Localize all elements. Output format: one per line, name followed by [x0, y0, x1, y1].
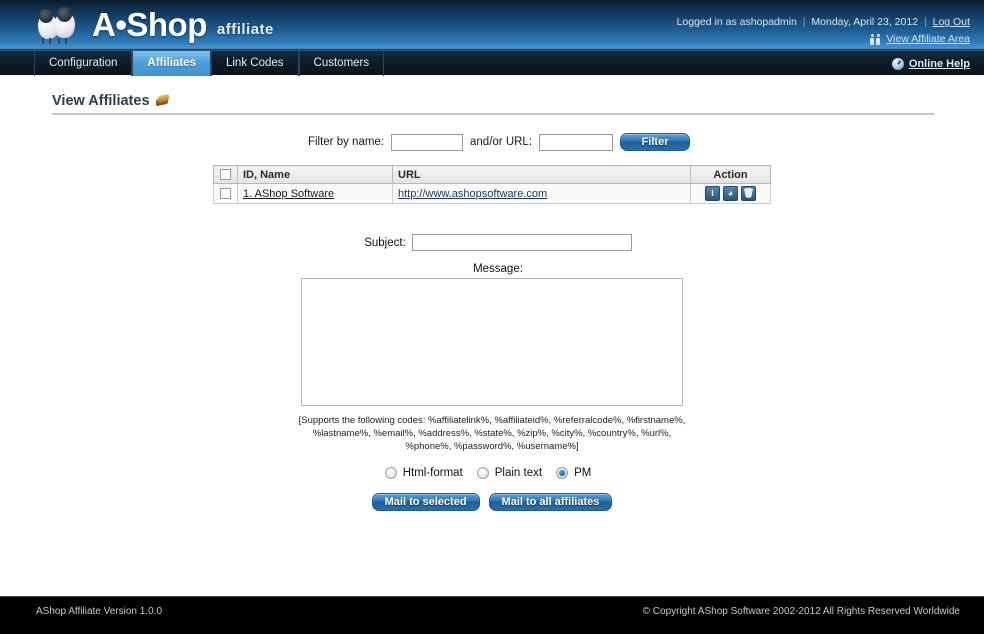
row-name-cell: 1. AShop Software [237, 183, 393, 204]
select-all-header [213, 165, 238, 184]
filter-name-input[interactable] [391, 133, 464, 151]
subject-row: Subject: [0, 234, 984, 251]
message-wrapper [0, 278, 984, 406]
column-header-action: Action [690, 165, 771, 184]
filter-name-label: Filter by name: [307, 136, 385, 148]
logged-in-text: Logged in as ashopadmin [676, 16, 797, 28]
filter-url-input[interactable] [539, 133, 614, 151]
row-select-cell [213, 183, 238, 204]
sheep-mascot-icon [35, 4, 82, 44]
filter-button[interactable]: Filter [620, 133, 691, 151]
supported-codes-hint: [Supports the following codes: %affiliat… [298, 415, 686, 452]
row-url-cell: http://www.ashopsoftware.com [392, 183, 691, 204]
format-options: Html-format Plain text PM [0, 467, 984, 479]
radio-plain-text[interactable] [476, 467, 489, 479]
tab-link-codes[interactable]: Link Codes [210, 51, 299, 76]
current-date: Monday, April 23, 2012 [811, 16, 919, 28]
logo: A•Shop affiliate [35, 4, 274, 44]
tab-configuration[interactable]: Configuration [34, 51, 133, 76]
row-actions: i ◕ 🗑 [691, 186, 770, 201]
session-line: Logged in as ashopadmin | Monday, April … [677, 15, 970, 29]
stats-icon[interactable]: ◕ [723, 186, 738, 201]
header-user-info: Logged in as ashopadmin | Monday, April … [677, 15, 970, 46]
separator-2: | [923, 16, 927, 28]
table-header-row: ID, Name URL Action [213, 165, 771, 184]
title-divider [52, 113, 934, 115]
label-html-format: Html-format [402, 467, 463, 479]
mail-buttons: Mail to selected Mail to all affiliates [0, 493, 984, 511]
separator-1: | [802, 16, 806, 28]
logout-link[interactable]: Log Out [933, 16, 970, 28]
affiliates-table-wrapper: ID, Name URL Action 1. AShop Software ht… [213, 165, 771, 204]
affiliate-name-link[interactable]: 1. AShop Software [243, 188, 334, 200]
books-icon [155, 93, 170, 107]
column-header-id-name: ID, Name [237, 165, 393, 184]
message-textarea[interactable] [301, 278, 683, 406]
affiliates-table: ID, Name URL Action 1. AShop Software ht… [213, 165, 771, 204]
online-help-link[interactable]: Online Help [909, 58, 970, 70]
label-plain-text: Plain text [494, 467, 543, 479]
app-header: A•Shop affiliate Logged in as ashopadmin… [0, 0, 984, 50]
subject-input[interactable] [411, 234, 632, 251]
clock-help-icon [891, 57, 904, 70]
filter-url-label: and/or URL: [470, 136, 533, 148]
affiliate-url-link[interactable]: http://www.ashopsoftware.com [398, 188, 547, 200]
message-label: Message: [473, 263, 523, 275]
row-checkbox[interactable] [220, 188, 231, 200]
table-row: 1. AShop Software http://www.ashopsoftwa… [213, 183, 771, 204]
page-title-row: View Affiliates [52, 93, 934, 115]
filter-bar: Filter by name: and/or URL: Filter [0, 133, 984, 151]
label-pm: PM [574, 467, 592, 479]
view-affiliate-area-row: View Affiliate Area [677, 32, 970, 46]
logo-text: A•Shop [92, 5, 207, 43]
page-title: View Affiliates [52, 93, 934, 113]
people-icon [869, 33, 882, 45]
tab-customers[interactable]: Customers [298, 51, 385, 76]
radio-html-format[interactable] [384, 467, 397, 479]
radio-pm[interactable] [556, 467, 569, 479]
page-footer: AShop Affiliate Version 1.0.0 © Copyrigh… [0, 596, 984, 634]
subject-label: Subject: [364, 236, 406, 249]
tab-affiliates[interactable]: Affiliates [132, 51, 211, 76]
column-header-url: URL [392, 165, 691, 184]
nav-tabs: Configuration Affiliates Link Codes Cust… [34, 51, 984, 76]
main-navigation: Configuration Affiliates Link Codes Cust… [0, 50, 984, 76]
page-content: View Affiliates Filter by name: and/or U… [0, 93, 984, 614]
logo-suffix: affiliate [216, 21, 274, 38]
trash-icon[interactable]: 🗑 [741, 186, 756, 201]
footer-copyright: © Copyright AShop Software 2002-2012 All… [642, 606, 960, 617]
mail-to-all-button[interactable]: Mail to all affiliates [488, 493, 613, 511]
info-icon[interactable]: i [705, 186, 720, 201]
page-title-text: View Affiliates [52, 93, 150, 109]
mail-to-selected-button[interactable]: Mail to selected [371, 493, 480, 511]
online-help-group: Online Help [891, 51, 970, 76]
view-affiliate-area-link[interactable]: View Affiliate Area [886, 32, 970, 46]
row-action-cell: i ◕ 🗑 [690, 183, 771, 204]
footer-version: AShop Affiliate Version 1.0.0 [36, 606, 163, 617]
select-all-checkbox[interactable] [220, 169, 231, 181]
